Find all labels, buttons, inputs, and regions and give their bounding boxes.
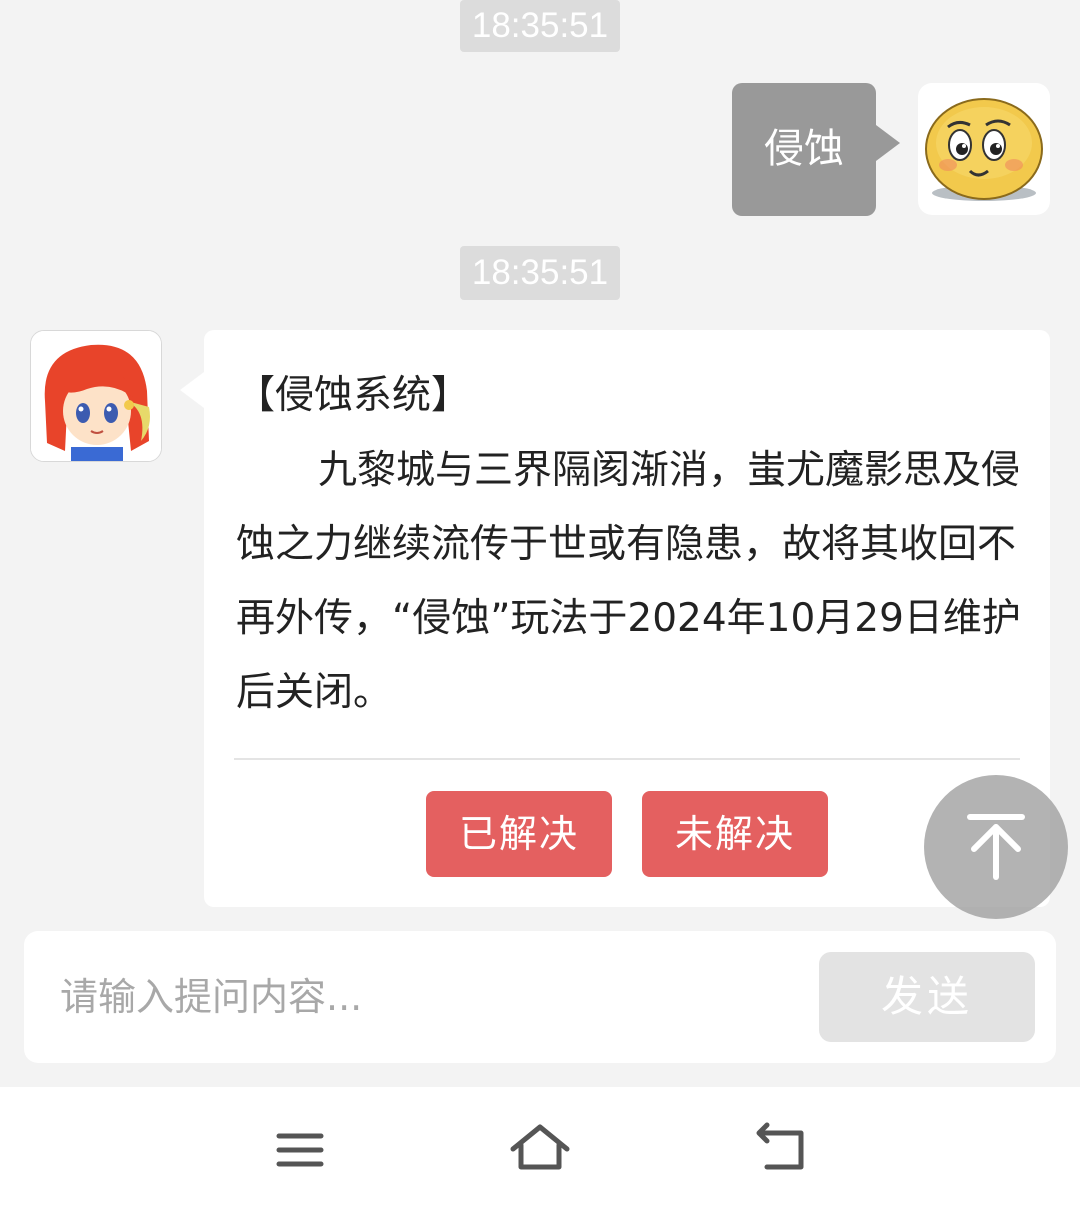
message-timestamp: 18:35:51 (460, 0, 620, 52)
card-body-text: 九黎城与三界隔阂渐消，蚩尤魔影思及侵蚀之力继续流传于世或有隐患，故将其收回不再外… (236, 448, 1021, 715)
nav-home-button[interactable] (505, 1115, 575, 1185)
smiley-avatar-icon (925, 98, 1043, 201)
user-message-bubble: 侵蚀 (732, 83, 900, 216)
nav-menu-button[interactable] (265, 1115, 335, 1185)
menu-icon (276, 1133, 324, 1167)
message-input-bar: 发送 (24, 931, 1056, 1063)
message-timestamp: 18:35:51 (460, 246, 620, 300)
chat-screen: 18:35:51 侵蚀 18:35:51 【侵蚀系统】 九黎城与三界隔阂渐消，蚩… (0, 0, 1080, 1213)
system-nav-bar (0, 1087, 1080, 1213)
card-title: 【侵蚀系统】 (236, 373, 471, 418)
anime-girl-avatar-icon (31, 331, 161, 461)
nav-back-button[interactable] (745, 1115, 815, 1185)
solved-button[interactable]: 已解决 (426, 791, 612, 877)
user-avatar[interactable] (918, 83, 1050, 215)
back-icon (756, 1122, 804, 1170)
question-input[interactable] (60, 961, 810, 1033)
send-button[interactable]: 发送 (819, 952, 1035, 1042)
scroll-to-top-button[interactable] (924, 775, 1068, 919)
home-icon (510, 1124, 570, 1170)
bot-avatar[interactable] (30, 330, 162, 462)
arrow-up-to-top-icon (967, 814, 1025, 880)
card-divider (234, 758, 1020, 760)
unsolved-button[interactable]: 未解决 (642, 791, 828, 877)
